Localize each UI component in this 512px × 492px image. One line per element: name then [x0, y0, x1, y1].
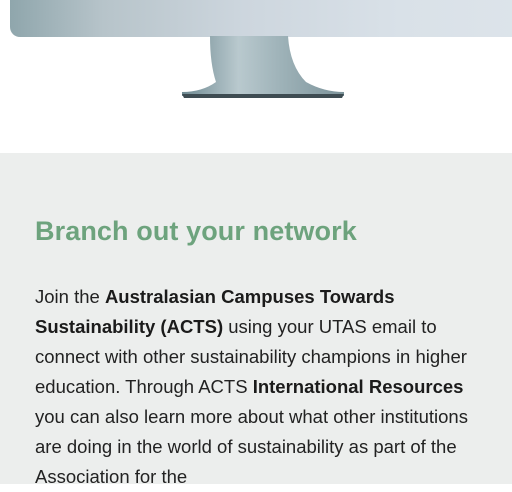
section-paragraph: Join the Australasian Campuses Towards S…: [35, 282, 485, 492]
section-heading: Branch out your network: [35, 216, 357, 246]
international-resources-text: International Resources: [252, 376, 464, 397]
paragraph-text: Join the: [35, 286, 105, 307]
paragraph-text: you can also learn more about what other…: [35, 406, 468, 487]
hero-area: [0, 0, 512, 153]
desktop-monitor-icon: [182, 36, 344, 98]
monitor-screen: [10, 0, 512, 37]
